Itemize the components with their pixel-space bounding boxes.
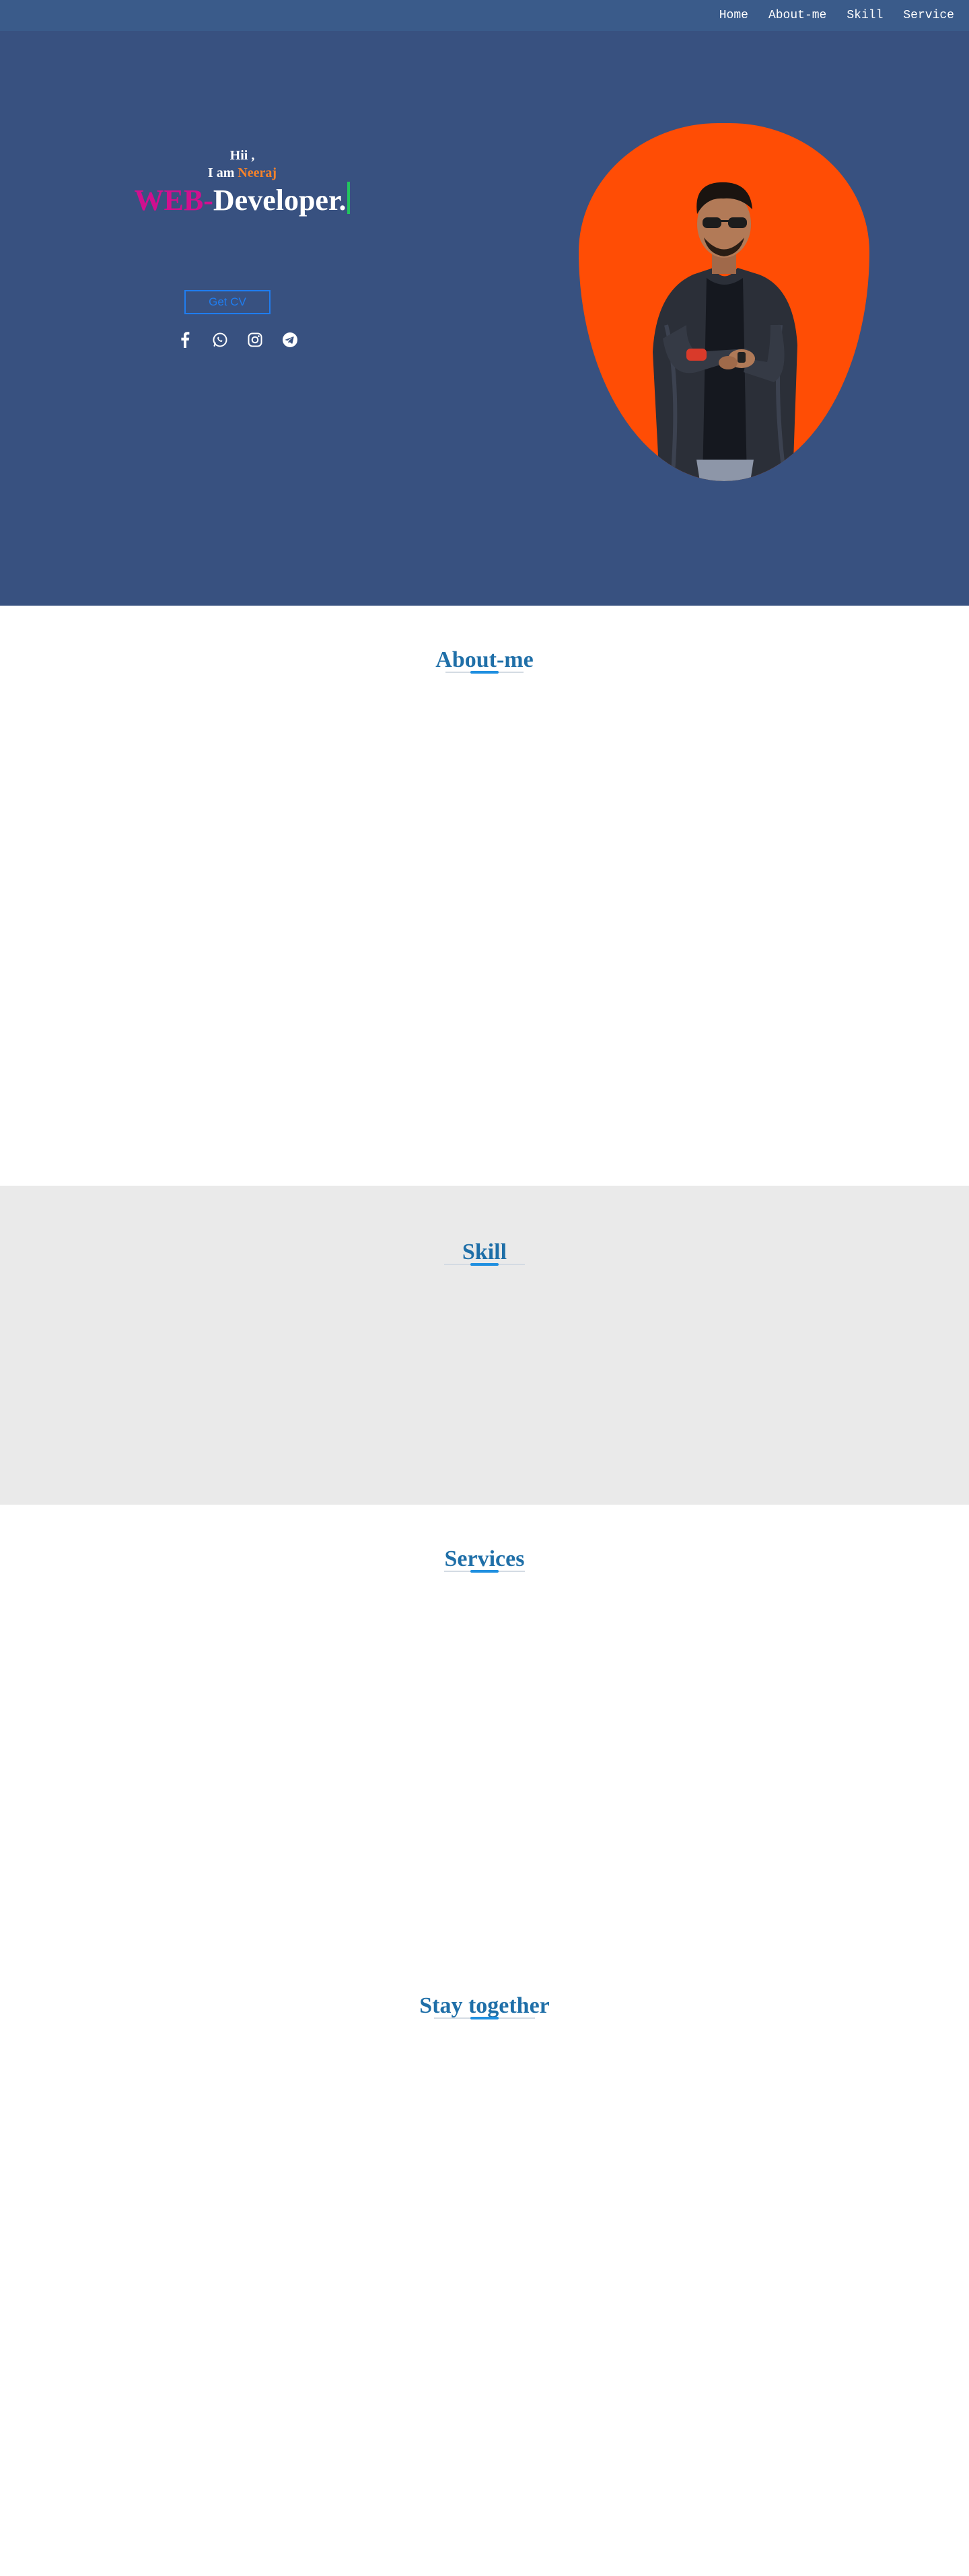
profile-photo — [579, 123, 869, 481]
hero-role: WEB-Developer. — [128, 182, 357, 219]
stay-together-title: Stay together — [419, 1993, 550, 2018]
about-title-underline — [445, 672, 524, 673]
hero-iam-prefix: I am — [207, 166, 235, 180]
telegram-icon[interactable] — [281, 331, 299, 349]
hero-section: Hii , I am Neeraj WEB-Developer. Get CV — [0, 0, 969, 606]
instagram-icon[interactable] — [246, 331, 264, 349]
services-title: Services — [444, 1546, 525, 1571]
nav-service[interactable]: Service — [903, 9, 954, 22]
skill-section: Skill — [0, 1186, 969, 1505]
facebook-icon[interactable] — [176, 331, 194, 349]
skill-title-underline — [444, 1264, 525, 1265]
about-section: About-me — [0, 606, 969, 1186]
top-nav: Home About-me Skill Service — [0, 0, 969, 31]
skill-title: Skill — [462, 1240, 507, 1264]
hero-role-developer: Developer. — [213, 184, 347, 217]
hero-greeting: Hii , — [229, 148, 255, 163]
get-cv-button[interactable]: Get CV — [184, 290, 271, 314]
typing-cursor — [347, 182, 351, 214]
stay-together-section: Stay together — [0, 1952, 969, 2576]
social-links — [176, 331, 299, 349]
whatsapp-icon[interactable] — [211, 331, 229, 349]
stay-together-title-underline — [434, 2017, 535, 2019]
services-title-underline — [444, 1571, 525, 1572]
nav-home[interactable]: Home — [719, 9, 748, 22]
hero-role-web: WEB — [134, 184, 204, 217]
hero-name: Neeraj — [238, 166, 277, 180]
nav-skill[interactable]: Skill — [847, 9, 883, 22]
nav-about-me[interactable]: About-me — [768, 9, 826, 22]
person-illustration — [653, 182, 797, 481]
services-section: Services — [0, 1505, 969, 1952]
about-title: About-me — [435, 647, 534, 672]
hero-intro: Hii , I am Neeraj WEB-Developer. — [128, 147, 357, 219]
hero-name-line: I am Neeraj — [128, 164, 357, 182]
hero-role-dash: - — [203, 184, 213, 217]
